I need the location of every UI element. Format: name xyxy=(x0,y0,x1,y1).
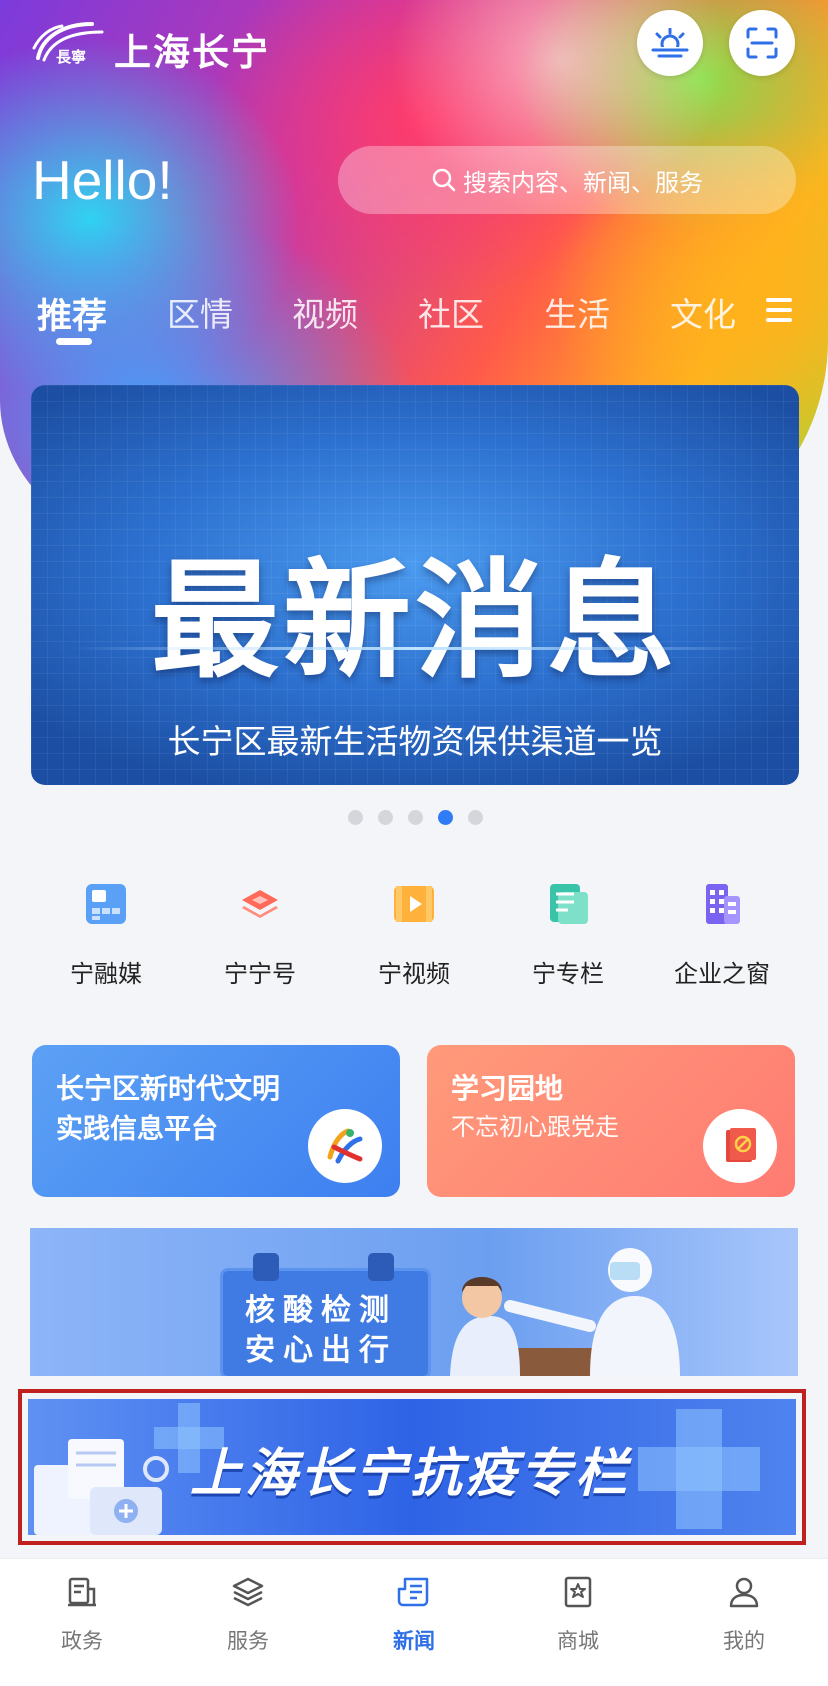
quick-link-label: 宁视频 xyxy=(378,960,450,988)
quick-link-label: 企业之窗 xyxy=(674,960,770,988)
tabbar-label: 政务 xyxy=(61,1629,103,1653)
study-garden-card[interactable]: 学习园地 不忘初心跟党走 xyxy=(427,1045,795,1197)
weather-button[interactable] xyxy=(637,10,703,76)
banner-divider xyxy=(71,647,759,650)
quick-links: 宁融媒 宁宁号 宁视频 宁专栏 企业之窗 xyxy=(0,880,828,990)
medical-kit-icon xyxy=(34,1439,169,1535)
quick-link-label: 宁融媒 xyxy=(70,960,142,988)
active-tab-indicator xyxy=(56,338,92,345)
carousel-dot[interactable] xyxy=(378,810,393,825)
clip-icon xyxy=(368,1253,394,1281)
card-title: 长宁区新时代文明 xyxy=(56,1072,281,1105)
quick-link-video[interactable]: 宁视频 xyxy=(339,880,489,989)
tabbar-item-service[interactable]: 服务 xyxy=(188,1575,308,1655)
cross-icon xyxy=(638,1447,760,1491)
building-icon xyxy=(706,884,740,924)
category-tabs: 推荐 区情 视频 社区 生活 文化 xyxy=(0,288,828,348)
carousel-dot[interactable] xyxy=(408,810,423,825)
service-icon xyxy=(232,1577,264,1607)
tab-community[interactable]: 社区 xyxy=(418,288,484,336)
card-subtitle: 实践信息平台 xyxy=(56,1114,218,1145)
card-subtitle: 不忘初心跟党走 xyxy=(451,1113,619,1141)
scan-icon xyxy=(746,27,778,59)
bottom-tab-bar: 政务 服务 新闻 商城 我的 xyxy=(0,1558,828,1686)
quick-link-column[interactable]: 宁专栏 xyxy=(493,880,643,989)
carousel-dot-active[interactable] xyxy=(438,810,453,825)
nat-line1: 核酸检测 xyxy=(245,1293,397,1328)
quick-link-ningning[interactable]: 宁宁号 xyxy=(185,880,335,989)
tabbar-item-gov[interactable]: 政务 xyxy=(22,1575,142,1655)
nat-line2: 安心出行 xyxy=(245,1333,397,1368)
search-icon xyxy=(432,168,456,192)
anti-epidemic-title: 上海长宁抗疫专栏 xyxy=(190,1444,631,1504)
card-title: 学习园地 xyxy=(451,1072,564,1105)
tabbar-item-profile[interactable]: 我的 xyxy=(684,1575,804,1655)
quick-link-label: 宁宁号 xyxy=(224,960,296,988)
carousel-dot[interactable] xyxy=(468,810,483,825)
column-icon xyxy=(550,884,588,924)
tabbar-label: 服务 xyxy=(227,1629,269,1653)
search-input[interactable]: 搜索内容、新闻、服务 xyxy=(338,146,796,214)
nucleic-acid-board: 核酸检测 安心出行 xyxy=(220,1253,431,1376)
carousel-indicator xyxy=(348,810,498,825)
anti-epidemic-column-banner[interactable]: 上海长宁抗疫专栏 xyxy=(18,1389,806,1545)
layers-icon xyxy=(242,890,278,918)
banner-subtitle: 长宁区最新生活物资保供渠道一览 xyxy=(167,722,663,761)
tab-life[interactable]: 生活 xyxy=(544,288,610,336)
profile-icon xyxy=(729,1577,759,1608)
civilization-platform-card[interactable]: 长宁区新时代文明 实践信息平台 xyxy=(32,1045,400,1197)
svg-text:長寧: 長寧 xyxy=(56,48,86,66)
tab-recommend[interactable]: 推荐 xyxy=(37,288,107,339)
tabbar-item-mall[interactable]: 商城 xyxy=(518,1575,638,1655)
greeting: Hello! xyxy=(32,149,173,211)
search-placeholder: 搜索内容、新闻、服务 xyxy=(463,168,703,197)
civilization-logo-icon xyxy=(308,1109,382,1183)
news-icon xyxy=(397,1577,429,1607)
app-title: 上海长宁 xyxy=(114,31,270,74)
tabbar-item-news[interactable]: 新闻 xyxy=(354,1575,474,1655)
tabbar-label: 商城 xyxy=(557,1629,599,1653)
swab-test-illustration-icon xyxy=(450,1248,680,1376)
clip-icon xyxy=(253,1253,279,1281)
media-icon xyxy=(86,884,126,924)
quick-link-media[interactable]: 宁融媒 xyxy=(31,880,181,989)
changning-logo-icon: 長寧 xyxy=(32,22,104,66)
banner-title: 最新消息 xyxy=(150,547,679,696)
tab-video[interactable]: 视频 xyxy=(292,288,358,336)
scan-button[interactable] xyxy=(729,10,795,76)
gov-icon xyxy=(68,1577,96,1607)
mall-icon xyxy=(564,1576,592,1608)
carousel-dot[interactable] xyxy=(348,810,363,825)
nucleic-acid-test-banner[interactable]: 核酸检测 安心出行 xyxy=(30,1228,798,1376)
tab-district[interactable]: 区情 xyxy=(167,288,233,336)
tabbar-label: 我的 xyxy=(723,1629,765,1653)
news-banner[interactable]: 最新消息 长宁区最新生活物资保供渠道一览 xyxy=(31,385,799,785)
tabbar-label: 新闻 xyxy=(393,1629,435,1653)
quick-link-label: 宁专栏 xyxy=(532,960,604,988)
menu-icon[interactable] xyxy=(766,298,792,328)
weather-icon xyxy=(651,28,689,58)
quick-link-enterprise[interactable]: 企业之窗 xyxy=(647,880,797,989)
tab-culture[interactable]: 文化 xyxy=(670,288,736,336)
party-book-icon xyxy=(703,1109,777,1183)
video-icon xyxy=(394,886,434,922)
anti-epidemic-banner-body: 上海长宁抗疫专栏 xyxy=(28,1399,796,1535)
